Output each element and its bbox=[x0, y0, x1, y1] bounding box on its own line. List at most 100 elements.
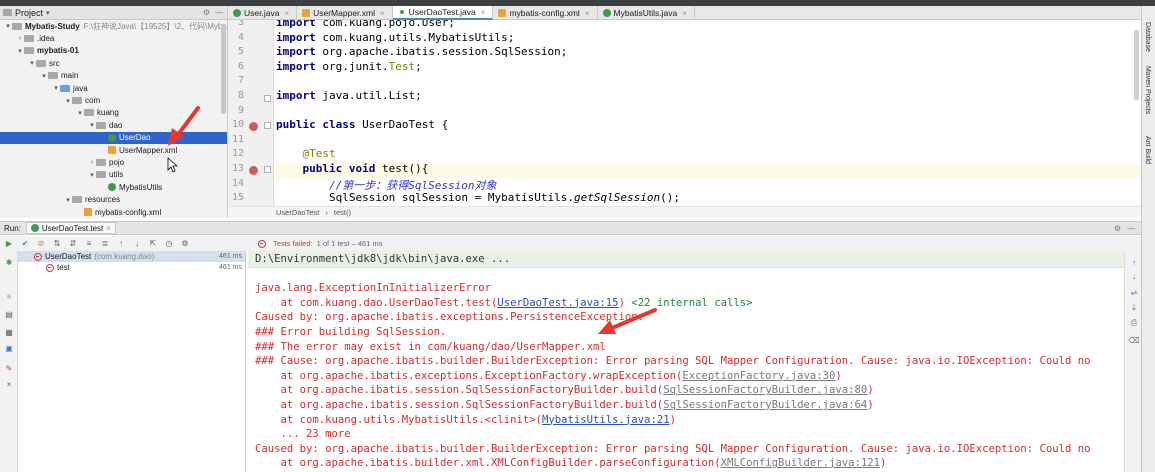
editor-scrollbar[interactable] bbox=[1134, 30, 1139, 100]
expand-all-icon[interactable]: ≡ bbox=[84, 239, 94, 249]
tree-item[interactable]: ▾ kuang bbox=[0, 107, 227, 119]
fold-marker-icon[interactable] bbox=[264, 95, 271, 102]
tree-item[interactable]: UserMapper.xml bbox=[0, 144, 227, 156]
test-tree-item[interactable]: test 461 ms bbox=[18, 262, 245, 273]
tree-item[interactable]: ▾ utils bbox=[0, 169, 227, 181]
hide-panel-icon[interactable]: — bbox=[215, 8, 223, 17]
console-text: at org.apache.ibatis.builder.xml.XMLConf… bbox=[255, 457, 721, 470]
gear-icon[interactable]: ⚙ bbox=[1114, 224, 1121, 233]
stack-trace-link[interactable]: SqlSessionFactoryBuilder.java:64 bbox=[663, 399, 867, 411]
scroll-down-icon[interactable]: ↓ bbox=[1129, 271, 1139, 281]
fail-icon bbox=[258, 239, 266, 248]
soft-wrap-icon[interactable]: ⇌ bbox=[1129, 287, 1139, 297]
close-icon[interactable]: × bbox=[682, 9, 687, 18]
run-config-tab[interactable]: UserDaoTest.test × bbox=[25, 222, 116, 234]
tree-item[interactable]: MybatisUtils bbox=[0, 181, 227, 193]
database-tool-button[interactable]: Database bbox=[1144, 22, 1151, 52]
collapse-all-icon[interactable]: ≣ bbox=[100, 239, 110, 249]
console-output[interactable]: D:\Environment\jdk8\jdk\bin\java.exe ...… bbox=[248, 251, 1124, 472]
layout-icon[interactable]: ▣ bbox=[4, 343, 14, 353]
restore-layout-icon[interactable]: ▤ bbox=[4, 309, 14, 319]
close-icon[interactable]: × bbox=[481, 8, 486, 17]
chevron-down-icon[interactable]: ▾ bbox=[88, 121, 96, 129]
debug-icon[interactable]: ✱ bbox=[4, 257, 14, 267]
tree-item[interactable]: ▾ java bbox=[0, 82, 227, 94]
tree-item[interactable]: ▾ main bbox=[0, 70, 227, 82]
stack-trace-link[interactable]: ExceptionFactory.java:30 bbox=[682, 370, 835, 382]
tree-item[interactable]: ▾ dao bbox=[0, 119, 227, 131]
fold-marker-icon[interactable] bbox=[264, 166, 271, 173]
chevron-down-icon[interactable]: ▾ bbox=[16, 47, 24, 55]
breadcrumb-method[interactable]: test() bbox=[334, 208, 351, 217]
chevron-down-icon[interactable]: ▾ bbox=[40, 72, 48, 80]
settings-icon[interactable]: ⚙ bbox=[180, 239, 190, 249]
chevron-down-icon[interactable]: ▾ bbox=[28, 59, 36, 67]
code-editor[interactable]: 3 import com.kuang.pojo.User; 4 import com.… bbox=[228, 20, 1141, 218]
next-failed-icon[interactable]: ↓ bbox=[132, 239, 142, 249]
stop-icon[interactable]: ■ bbox=[4, 291, 14, 301]
tree-item[interactable]: ▾ mybatis-01 bbox=[0, 45, 227, 57]
project-panel-title[interactable]: Project bbox=[15, 8, 43, 18]
tree-item[interactable]: mybatis-config.xml bbox=[0, 206, 227, 218]
chevron-down-icon[interactable]: ▾ bbox=[88, 171, 96, 179]
ant-build-tool-button[interactable]: Ant Build bbox=[1144, 136, 1151, 164]
close-icon[interactable]: × bbox=[380, 9, 385, 18]
close-icon[interactable]: × bbox=[585, 9, 590, 18]
tree-item[interactable]: ▾ resources bbox=[0, 193, 227, 205]
close-icon[interactable]: × bbox=[106, 224, 111, 233]
gear-icon[interactable]: ⚙ bbox=[203, 8, 210, 17]
chevron-down-icon[interactable]: ▾ bbox=[76, 109, 84, 117]
editor-tab[interactable]: mybatis-config.xml × bbox=[493, 6, 598, 20]
sort-alpha-icon[interactable]: ⇅ bbox=[52, 239, 62, 249]
tree-item[interactable]: ▾ com bbox=[0, 94, 227, 106]
tests-failed-detail: 1 of 1 test – 461 ms bbox=[316, 239, 383, 248]
project-scrollbar[interactable] bbox=[221, 24, 226, 114]
fold-marker-icon[interactable] bbox=[264, 122, 271, 129]
chevron-down-icon[interactable]: ▾ bbox=[46, 9, 50, 17]
editor-tab[interactable]: MybatisUtils.java × bbox=[598, 6, 695, 20]
tree-item[interactable]: ▾ Mybatis-Study F:\狂神说Java\【19525】\2、代码\My… bbox=[0, 20, 227, 32]
tree-item[interactable]: › pojo bbox=[0, 156, 227, 168]
export-icon[interactable]: ⇱ bbox=[148, 239, 158, 249]
chevron-right-icon[interactable]: › bbox=[16, 35, 24, 42]
fail-icon bbox=[46, 263, 54, 272]
tree-item[interactable]: UserDao bbox=[0, 131, 227, 144]
maven-projects-tool-button[interactable]: Maven Projects bbox=[1144, 66, 1151, 114]
hide-panel-icon[interactable]: — bbox=[1127, 224, 1135, 233]
clear-all-icon[interactable]: ⌫ bbox=[1128, 335, 1139, 345]
chevron-down-icon[interactable]: ▾ bbox=[4, 22, 12, 30]
tree-item[interactable]: › .idea bbox=[0, 32, 227, 44]
pin-icon[interactable]: ✎ bbox=[4, 363, 14, 373]
editor-tab[interactable]: User.java × bbox=[228, 6, 298, 20]
chevron-down-icon[interactable]: ▾ bbox=[52, 84, 60, 92]
stack-trace-link[interactable]: MybatisUtils.java:21 bbox=[542, 414, 670, 426]
previous-failed-icon[interactable]: ↑ bbox=[116, 239, 126, 249]
line-number: 12 bbox=[231, 148, 244, 160]
tree-item[interactable]: ▾ src bbox=[0, 57, 227, 69]
close-icon[interactable]: × bbox=[4, 379, 14, 389]
rerun-icon[interactable]: ▶ bbox=[4, 239, 14, 249]
show-ignored-icon[interactable]: ⊘ bbox=[36, 239, 46, 249]
editor-tab[interactable]: UserMapper.xml × bbox=[297, 6, 393, 20]
folder-icon bbox=[48, 72, 58, 80]
editor-tab[interactable]: UserDaoTest.java × bbox=[392, 6, 494, 20]
show-passed-icon[interactable]: ✔ bbox=[20, 239, 30, 249]
stack-trace-link[interactable]: SqlSessionFactoryBuilder.java:80 bbox=[663, 384, 867, 396]
history-icon[interactable]: ◷ bbox=[164, 239, 174, 249]
scroll-up-icon[interactable]: ↑ bbox=[1129, 257, 1139, 267]
run-test-icon[interactable] bbox=[249, 122, 258, 131]
chevron-right-icon[interactable]: › bbox=[88, 159, 96, 166]
chevron-down-icon[interactable]: ▾ bbox=[64, 97, 72, 105]
breadcrumb-class[interactable]: UserDaoTest bbox=[276, 208, 319, 217]
dump-threads-icon[interactable]: ▦ bbox=[4, 327, 14, 337]
stack-trace-link[interactable]: XMLConfigBuilder.java:121 bbox=[721, 457, 880, 469]
test-tree-item[interactable]: UserDaoTest (com.kuang.dao) 461 ms bbox=[18, 251, 245, 262]
chevron-down-icon[interactable]: ▾ bbox=[64, 196, 72, 204]
class-icon bbox=[108, 133, 116, 142]
stack-trace-link[interactable]: UserDaoTest.java:15 bbox=[497, 297, 618, 309]
print-icon[interactable]: ⎙ bbox=[1129, 318, 1139, 328]
close-icon[interactable]: × bbox=[284, 9, 289, 18]
run-test-icon[interactable] bbox=[249, 166, 258, 175]
sort-duration-icon[interactable]: ⇵ bbox=[68, 239, 78, 249]
scroll-to-end-icon[interactable]: ⤓ bbox=[1129, 303, 1139, 313]
